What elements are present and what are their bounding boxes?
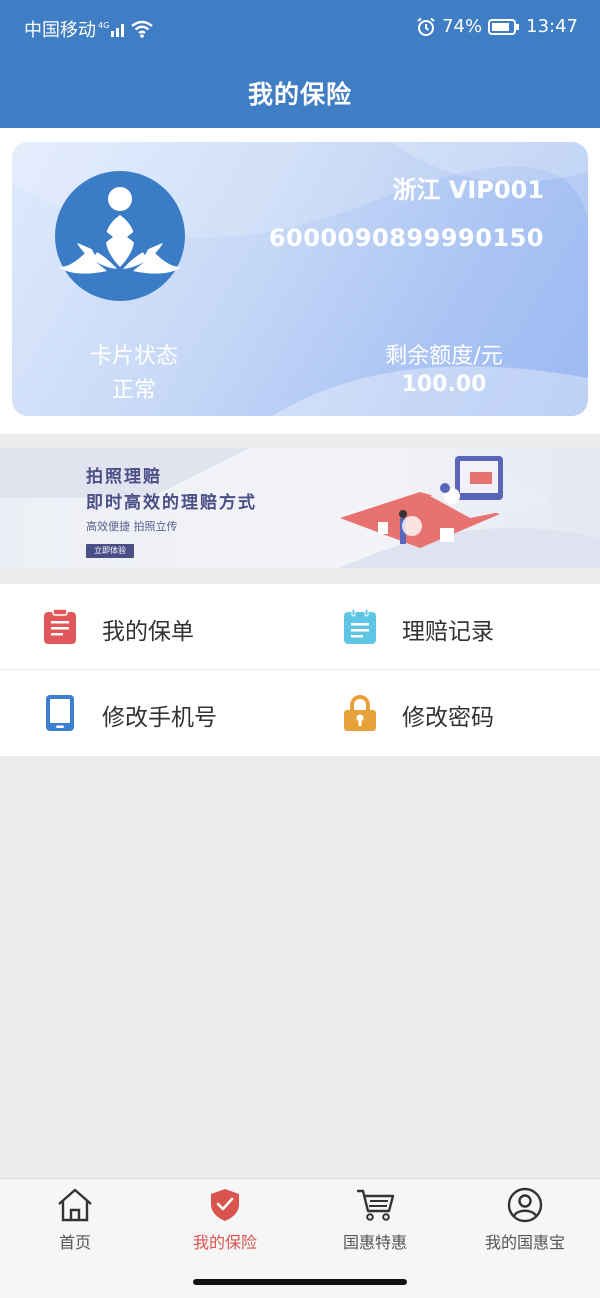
- menu-item-claim-records[interactable]: 理赔记录: [300, 584, 600, 670]
- battery-icon: [488, 18, 520, 35]
- menu-label: 我的保单: [102, 619, 194, 645]
- balance-label: 剩余额度/元: [385, 344, 503, 369]
- tab-label: 国惠特惠: [342, 1233, 407, 1252]
- card-status-value: 正常: [111, 378, 156, 403]
- wifi-icon: [131, 20, 153, 38]
- menu-label: 修改手机号: [102, 705, 217, 731]
- card-status-label: 卡片状态: [89, 344, 178, 369]
- tab-label: 我的国惠宝: [484, 1233, 565, 1252]
- banner-cta-button[interactable]: 立即体验: [86, 544, 134, 558]
- tab-label: 首页: [58, 1233, 91, 1252]
- menu-label: 理赔记录: [402, 619, 494, 645]
- svg-text:4G: 4G: [98, 21, 109, 30]
- card-section: 浙江 VIP001 6000090899990150 卡片状态 正常 剩余额度/…: [0, 128, 600, 434]
- cart-icon: [357, 1189, 395, 1221]
- home-icon: [58, 1188, 92, 1222]
- insurance-card[interactable]: 浙江 VIP001 6000090899990150 卡片状态 正常 剩余额度/…: [12, 142, 588, 416]
- shield-icon: [211, 1189, 239, 1221]
- menu-row: 我的保单 理赔记录: [0, 584, 600, 670]
- clock: 13:47: [526, 16, 578, 37]
- banner-subtitle: 高效便捷 拍照立传: [86, 520, 178, 533]
- banner-title-line1: 拍照理赔: [86, 467, 162, 487]
- signal-icon: 4G: [98, 21, 124, 37]
- tab-label: 我的保险: [192, 1233, 257, 1252]
- card-number: 6000090899990150: [268, 224, 544, 252]
- status-right: 74% 13:47: [416, 16, 578, 37]
- menu-row: 修改手机号 修改密码: [0, 670, 600, 756]
- phone-icon: [46, 695, 74, 731]
- status-bar: 中国移动 4G 74% 13:47: [0, 0, 600, 62]
- notepad-icon: [344, 608, 376, 644]
- tab-my-insurance[interactable]: 我的保险: [150, 1179, 300, 1259]
- tab-my-guohuibao[interactable]: 我的国惠宝: [450, 1179, 600, 1259]
- user-icon: [507, 1187, 543, 1223]
- menu-item-change-password[interactable]: 修改密码: [300, 670, 600, 756]
- tab-home[interactable]: 首页: [0, 1179, 150, 1259]
- status-left: 中国移动 4G: [24, 16, 154, 42]
- tab-guohui-deals[interactable]: 国惠特惠: [300, 1179, 450, 1259]
- menu-label: 修改密码: [402, 705, 494, 731]
- clipboard-icon: [44, 608, 76, 644]
- lock-icon: [344, 695, 376, 731]
- menu-grid: 我的保单 理赔记录 修改手机号 修改密码: [0, 584, 600, 756]
- menu-item-my-policies[interactable]: 我的保单: [0, 584, 300, 670]
- home-indicator: [193, 1279, 407, 1285]
- company-logo: [55, 171, 185, 301]
- banner-title-line2: 即时高效的理赔方式: [86, 493, 257, 513]
- alarm-icon: [417, 17, 435, 36]
- card-holder-name: 浙江 VIP001: [392, 176, 544, 204]
- page-title: 我的保险: [247, 80, 352, 109]
- nav-bar: 我的保险: [0, 62, 600, 128]
- carrier-name: 中国移动: [24, 20, 96, 41]
- menu-item-change-phone[interactable]: 修改手机号: [0, 670, 300, 756]
- battery-percent: 74%: [442, 16, 483, 37]
- claims-banner[interactable]: 拍照理赔 即时高效的理赔方式 高效便捷 拍照立传 立即体验: [0, 448, 600, 568]
- balance-value: 100.00: [401, 372, 487, 397]
